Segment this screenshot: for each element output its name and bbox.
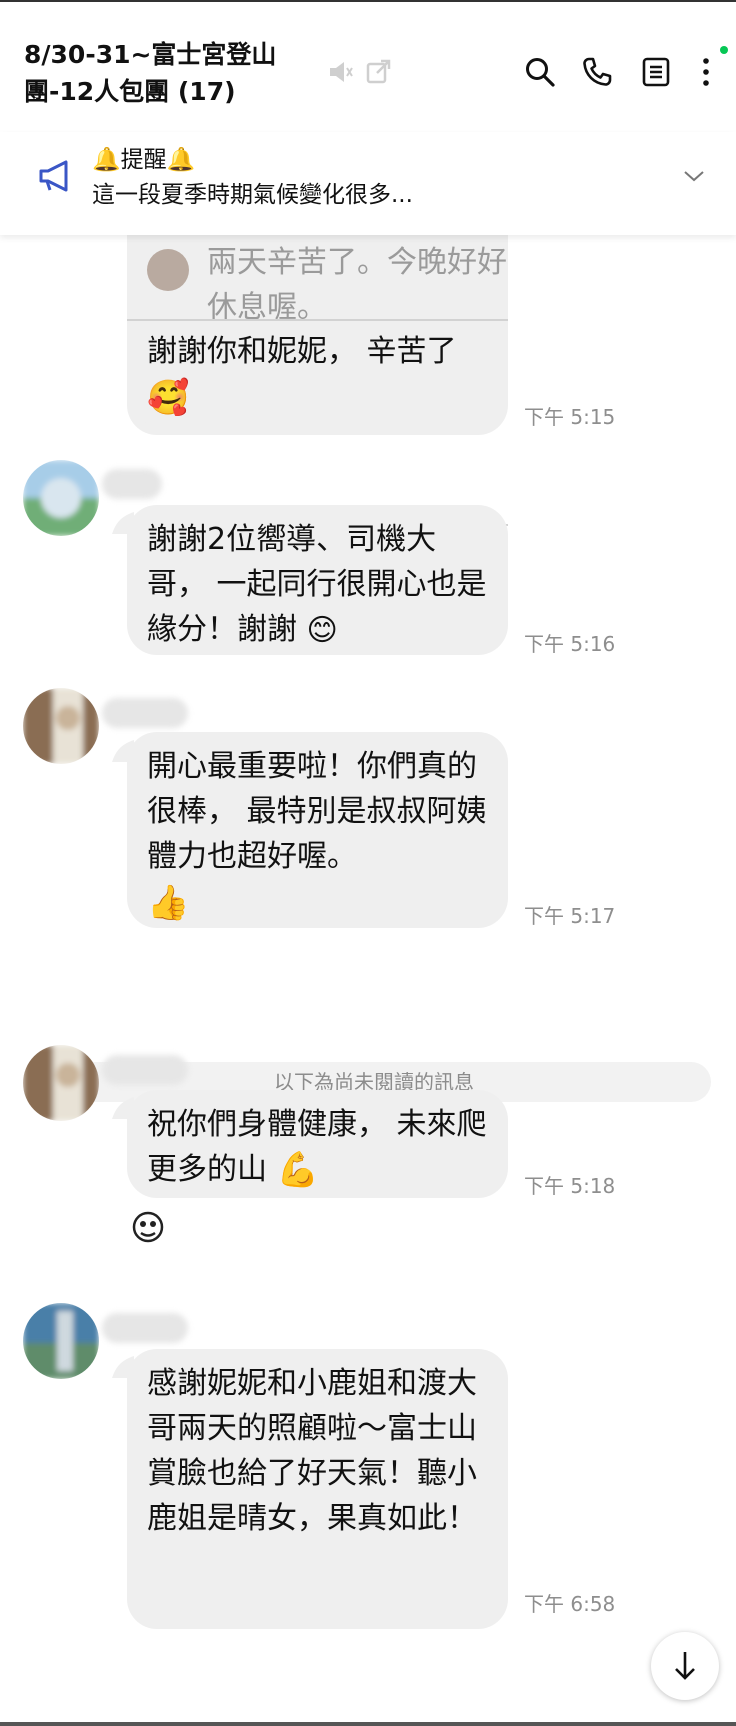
- message-bubble[interactable]: 謝謝2位嚮導、司機大哥， 一起同行很開心也是緣分！謝謝 😊: [127, 505, 508, 655]
- quoted-text: 兩天辛苦了。今晚好好休息喔。: [207, 245, 507, 325]
- chat-header: 8/30-31~富士宮登山團-12人包團 (17): [0, 2, 736, 132]
- message-text: 謝謝你和妮妮， 辛苦了: [147, 334, 457, 369]
- chat-area: 兩天辛苦了。今晚好好休息喔。 謝謝你和妮妮， 辛苦了 🥰 下午 5:15 謝謝2…: [0, 235, 736, 1726]
- flexed-biceps-emoji: 💪: [276, 1150, 319, 1190]
- message-bubble[interactable]: 祝你們身體健康， 未來爬更多的山 💪: [127, 1090, 508, 1198]
- megaphone-icon: [36, 156, 76, 200]
- chevron-down-icon[interactable]: [682, 168, 706, 188]
- avatar[interactable]: [23, 460, 99, 536]
- more-icon[interactable]: [700, 56, 712, 92]
- avatar[interactable]: [23, 688, 99, 764]
- message-time: 下午 6:58: [524, 1592, 616, 1616]
- announcement-title: 🔔提醒🔔: [92, 147, 196, 173]
- sender-name-blurred: [102, 1055, 188, 1085]
- message-time: 下午 5:18: [524, 1174, 616, 1198]
- chat-title: 8/30-31~富士宮登山團-12人包團 (17): [24, 40, 277, 106]
- bottom-frame-line: [0, 1722, 736, 1726]
- quoted-avatar: [147, 249, 189, 291]
- arrow-down-icon: [673, 1650, 697, 1686]
- smiling-face-emoji: 😊: [306, 613, 338, 648]
- phone-icon[interactable]: [581, 56, 613, 92]
- message-bubble[interactable]: 感謝妮妮和小鹿姐和渡大哥兩天的照顧啦～富士山賞臉也給了好天氣！聽小鹿姐是晴女，果…: [127, 1349, 508, 1629]
- thumbs-up-emoji: 👍: [147, 882, 190, 923]
- message-text: 感謝妮妮和小鹿姐和渡大哥兩天的照顧啦～富士山賞臉也給了好天氣！聽小鹿姐是晴女，果…: [147, 1366, 477, 1536]
- online-dot: [720, 46, 728, 54]
- sender-name-blurred: [102, 469, 162, 499]
- avatar[interactable]: [23, 1045, 99, 1121]
- reaction-sticker-icon[interactable]: [131, 1210, 165, 1248]
- announcement-text: 這一段夏季時期氣候變化很多...: [92, 182, 413, 208]
- announcement-bar[interactable]: 🔔提醒🔔 這一段夏季時期氣候變化很多...: [0, 132, 736, 235]
- notes-icon[interactable]: [641, 56, 671, 92]
- message-time: 下午 5:16: [524, 632, 616, 656]
- message-text: 開心最重要啦！你們真的很棒， 最特別是叔叔阿姨體力也超好喔。: [147, 749, 487, 874]
- popout-icon[interactable]: [365, 57, 393, 89]
- message-time: 下午 5:17: [524, 904, 616, 928]
- sender-name-blurred: [102, 1313, 188, 1343]
- smiling-hearts-emoji: 🥰: [147, 377, 190, 418]
- avatar[interactable]: [23, 1303, 99, 1379]
- scroll-to-bottom-button[interactable]: [651, 1632, 719, 1700]
- message-body[interactable]: 謝謝你和妮妮， 辛苦了 🥰: [127, 321, 508, 425]
- sender-name-blurred: [102, 698, 188, 728]
- message-time: 下午 5:15: [524, 405, 616, 429]
- mute-icon[interactable]: [326, 58, 354, 90]
- search-icon[interactable]: [524, 56, 556, 92]
- message-bubble[interactable]: 開心最重要啦！你們真的很棒， 最特別是叔叔阿姨體力也超好喔。 👍: [127, 732, 508, 928]
